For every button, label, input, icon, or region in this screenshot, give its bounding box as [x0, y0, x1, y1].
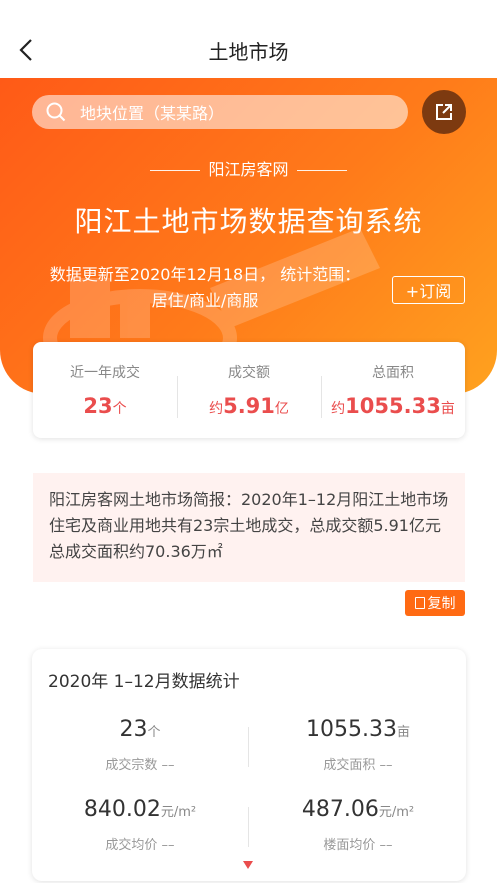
copy-label: 复制 — [427, 596, 456, 612]
stat-unit: 亩 — [396, 725, 410, 740]
brand-divider — [296, 170, 347, 171]
summary-deals: 近一年成交 23个 — [33, 362, 177, 418]
stat-value: 1055.33 — [306, 717, 397, 742]
stat-value: 487.06 — [301, 797, 379, 822]
stat-deal-area: 1055.33亩 成交面积 –– — [258, 717, 458, 773]
stats-divider — [248, 807, 249, 847]
stat-avg-price: 840.02元/m² 成交均价 –– — [40, 797, 240, 853]
stat-caption: 成交均价 –– — [105, 838, 175, 853]
stat-unit: 元/m² — [378, 805, 415, 820]
summary-label: 总面积 — [372, 365, 414, 381]
expand-arrow-icon[interactable] — [243, 861, 253, 869]
stats-title: 2020年 1–12月数据统计 — [48, 672, 240, 692]
update-scope: 居住/商业/商服 — [151, 291, 259, 310]
stat-unit: 个 — [147, 725, 161, 740]
page-title: 土地市场 — [208, 40, 289, 64]
search-placeholder: 地块位置（某某路） — [80, 104, 225, 123]
summary-card: 近一年成交 23个 成交额 约5.91亿 总面积 约1055.33亩 — [33, 342, 465, 438]
brand-name: 阳江房客网 — [208, 160, 289, 179]
stat-unit: 元/m² — [160, 805, 197, 820]
update-date: 数据更新至2020年12月18日， 统计范围： — [49, 265, 361, 284]
stat-caption: 楼面均价 –– — [323, 838, 393, 853]
summary-area: 总面积 约1055.33亩 — [321, 362, 465, 418]
summary-value: 约5.91亿 — [209, 394, 289, 418]
copy-button[interactable]: 复制 — [405, 590, 465, 616]
stat-value: 840.02 — [83, 797, 161, 822]
search-icon — [46, 102, 66, 122]
stat-caption: 成交宗数 –– — [105, 758, 175, 773]
subscribe-button[interactable]: +订阅 — [392, 276, 465, 304]
stats-divider — [248, 727, 249, 767]
search-input[interactable]: 地块位置（某某路） — [32, 95, 408, 129]
hero-title: 阳江土地市场数据查询系统 — [74, 205, 423, 238]
share-icon — [436, 104, 452, 120]
copy-icon — [414, 597, 425, 609]
summary-label: 成交额 — [228, 365, 270, 381]
update-info: 数据更新至2020年12月18日， 统计范围： 居住/商业/商服 — [30, 262, 380, 314]
summary-value: 约1055.33亩 — [331, 394, 455, 418]
stat-value: 23 — [119, 717, 148, 742]
brand-divider — [150, 170, 201, 171]
top-nav-bar: 土地市场 — [0, 0, 497, 78]
stats-card: 2020年 1–12月数据统计 23个 成交宗数 –– 1055.33亩 成交面… — [32, 649, 466, 881]
summary-label: 近一年成交 — [70, 365, 140, 381]
stat-floor-price: 487.06元/m² 楼面均价 –– — [258, 797, 458, 853]
stat-caption: 成交面积 –– — [323, 758, 393, 773]
summary-amount: 成交额 约5.91亿 — [177, 362, 321, 418]
stat-deal-count: 23个 成交宗数 –– — [40, 717, 240, 773]
share-button[interactable] — [422, 90, 466, 134]
summary-value: 23个 — [83, 394, 127, 418]
market-brief: 阳江房客网土地市场简报：2020年1–12月阳江土地市场住宅及商业用地共有23宗… — [33, 473, 465, 582]
brand-line: 阳江房客网 — [0, 156, 497, 180]
